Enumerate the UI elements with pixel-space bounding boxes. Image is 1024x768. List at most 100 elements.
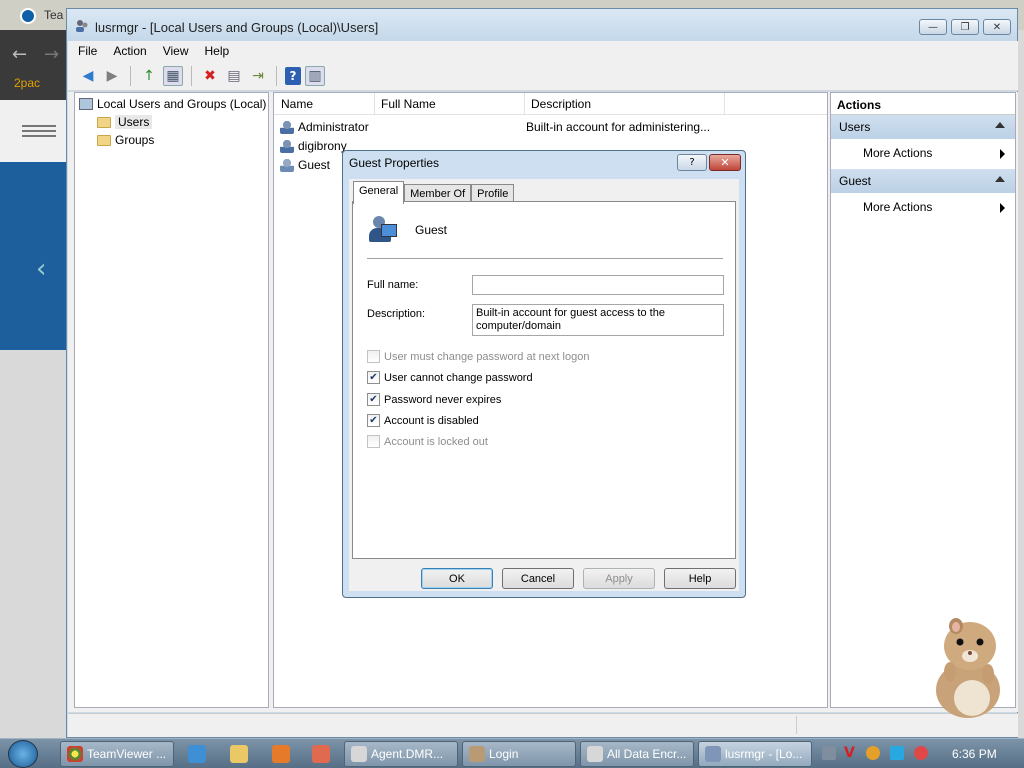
description-field[interactable]: Built-in account for guest access to the…	[472, 304, 724, 336]
menu-help[interactable]: Help	[205, 44, 230, 58]
checkbox-box-checked[interactable]: ✔	[367, 393, 380, 406]
collapse-triangle-icon[interactable]	[995, 176, 1005, 182]
minimize-button[interactable]: —	[919, 19, 947, 35]
menu-view[interactable]: View	[163, 44, 189, 58]
user-name: Guest	[298, 158, 331, 172]
taskbar-item-label: Agent.DMR...	[371, 747, 444, 761]
delete-icon[interactable]: ✖	[200, 66, 220, 86]
antivirus-tray-icon[interactable]: V	[844, 746, 858, 760]
menu-file[interactable]: File	[78, 44, 97, 58]
internet-explorer-icon[interactable]	[188, 745, 206, 763]
menu-action[interactable]: Action	[113, 44, 146, 58]
taskbar-item-teamviewer[interactable]: TeamViewer ...	[60, 741, 174, 767]
tree-root[interactable]: Local Users and Groups (Local)	[79, 95, 266, 113]
close-button[interactable]: ✕	[983, 19, 1011, 35]
description-label: Description:	[367, 308, 426, 320]
file-explorer-icon[interactable]	[230, 745, 248, 763]
taskbar-item-lusrmgr[interactable]: lusrmgr - [Lo...	[698, 741, 812, 767]
actions-section-guest[interactable]: Guest	[831, 169, 1015, 193]
guest-properties-dialog: Guest Properties ? ✕ General Member Of P…	[342, 150, 746, 598]
checkbox-box[interactable]	[367, 435, 380, 448]
properties-icon[interactable]: ▤	[224, 66, 244, 86]
back-arrow-icon[interactable]: ◀	[78, 66, 98, 86]
checkbox-label: Account is locked out	[384, 435, 488, 448]
account-disabled-checkbox[interactable]: ✔ Account is disabled	[367, 414, 479, 427]
window-title: lusrmgr - [Local Users and Groups (Local…	[95, 20, 379, 35]
checkbox-label: User must change password at next logon	[384, 350, 590, 363]
user-name: Administrator	[298, 120, 369, 134]
teamviewer-tab[interactable]: Tea	[44, 8, 63, 22]
submenu-arrow-icon	[1000, 203, 1005, 213]
tree-item-label: Users	[115, 115, 153, 129]
forward-arrow-icon[interactable]: ▶	[102, 66, 122, 86]
divider	[367, 258, 723, 259]
search-tray-icon[interactable]	[866, 746, 880, 760]
column-divider[interactable]	[374, 93, 375, 115]
column-divider[interactable]	[524, 93, 525, 115]
dialog-help-button[interactable]: ?	[677, 154, 707, 171]
column-divider[interactable]	[724, 93, 725, 115]
full-name-field[interactable]	[472, 275, 724, 295]
maximize-button[interactable]: ❐	[951, 19, 979, 35]
chevron-left-icon[interactable]: ‹	[36, 254, 46, 284]
actions-section-users[interactable]: Users	[831, 115, 1015, 139]
taskbar-item-label: lusrmgr - [Lo...	[725, 747, 803, 761]
dialog-close-button[interactable]: ✕	[709, 154, 741, 171]
checkbox-label: Account is disabled	[384, 414, 479, 427]
tree-root-label: Local Users and Groups (Local)	[97, 97, 267, 111]
checkbox-box-checked[interactable]: ✔	[367, 414, 380, 427]
checkbox-label: User cannot change password	[384, 371, 533, 384]
more-actions-users[interactable]: More Actions	[831, 139, 1015, 169]
checkbox-box-checked[interactable]: ✔	[367, 371, 380, 384]
taskbar-item-all-data[interactable]: All Data Encr...	[580, 741, 694, 767]
dialog-title[interactable]: Guest Properties	[349, 156, 439, 170]
tree-item-label: Groups	[115, 133, 155, 147]
user-icon	[280, 120, 294, 134]
folder-icon	[97, 116, 111, 128]
more-actions-guest[interactable]: More Actions	[831, 193, 1015, 223]
show-hide-tree-icon[interactable]: ▦	[163, 65, 183, 86]
cancel-button[interactable]: Cancel	[502, 568, 574, 589]
help-icon[interactable]: ?	[285, 66, 301, 85]
media-player-icon[interactable]	[272, 745, 290, 763]
collapse-triangle-icon[interactable]	[995, 122, 1005, 128]
browser-back-icon[interactable]: ←	[12, 44, 27, 65]
column-full-name[interactable]: Full Name	[381, 97, 436, 111]
section-label: Users	[839, 120, 871, 134]
list-row-administrator[interactable]: Administrator Built-in account for admin…	[280, 118, 820, 136]
export-list-icon[interactable]: ⇥	[248, 66, 268, 86]
account-locked-out-checkbox[interactable]: Account is locked out	[367, 435, 488, 448]
taskbar-item-login[interactable]: Login	[462, 741, 576, 767]
cannot-change-password-checkbox[interactable]: ✔ User cannot change password	[367, 371, 533, 384]
up-folder-icon[interactable]: ↑	[139, 66, 159, 86]
taskbar-item-agent[interactable]: Agent.DMR...	[344, 741, 458, 767]
apply-button[interactable]: Apply	[583, 568, 655, 589]
checkbox-label: Password never expires	[384, 393, 502, 406]
app-shortcut-icon[interactable]	[312, 745, 330, 763]
show-action-pane-icon[interactable]: ▥	[305, 65, 325, 86]
must-change-password-checkbox[interactable]: User must change password at next logon	[367, 350, 589, 363]
hamburger-menu-icon[interactable]	[22, 125, 56, 137]
column-description[interactable]: Description	[531, 97, 591, 111]
network-tray-icon[interactable]	[822, 746, 836, 760]
tab-general[interactable]: General	[353, 181, 405, 204]
taskbar-item-label: TeamViewer ...	[87, 747, 167, 761]
volume-tray-icon[interactable]	[914, 746, 928, 760]
tree-item-users[interactable]: Users	[97, 113, 153, 131]
menubar: File Action View Help	[68, 41, 1018, 61]
password-never-expires-checkbox[interactable]: ✔ Password never expires	[367, 393, 501, 406]
column-name[interactable]: Name	[281, 97, 313, 111]
tree-item-groups[interactable]: Groups	[97, 131, 154, 149]
status-bar	[68, 713, 1018, 737]
window-icon	[351, 746, 367, 762]
browser-forward-icon[interactable]: →	[44, 44, 59, 65]
taskbar-clock[interactable]: 6:36 PM	[952, 747, 997, 761]
ok-button[interactable]: OK	[421, 568, 493, 589]
help-button[interactable]: Help	[664, 568, 736, 589]
start-button[interactable]	[8, 740, 38, 768]
checkbox-box[interactable]	[367, 350, 380, 363]
teamviewer-tray-icon[interactable]	[890, 746, 904, 760]
bookmark-2pac[interactable]: 2pac	[14, 76, 40, 90]
window-titlebar[interactable]: lusrmgr - [Local Users and Groups (Local…	[67, 9, 1017, 41]
window-icon	[587, 746, 603, 762]
